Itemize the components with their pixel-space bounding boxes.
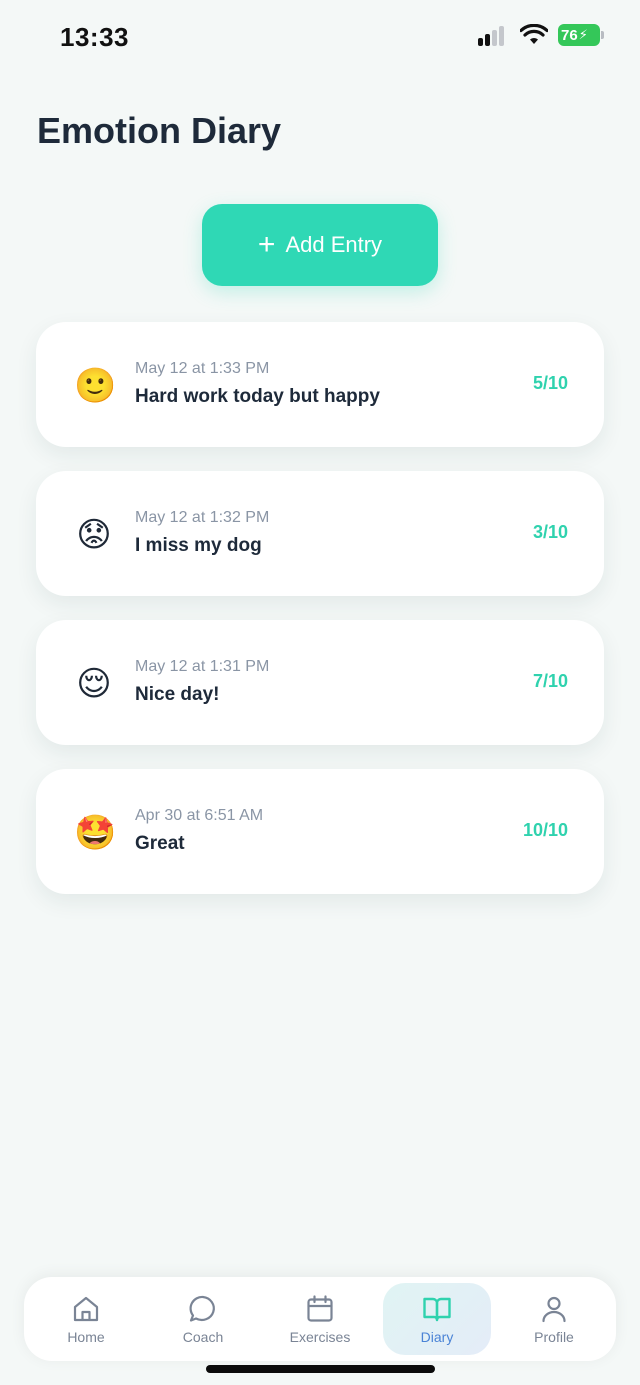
tab-profile[interactable]: Profile bbox=[500, 1283, 608, 1355]
battery-level: 76 bbox=[561, 26, 578, 44]
status-time: 13:33 bbox=[60, 22, 129, 52]
tab-label: Diary bbox=[420, 1329, 454, 1345]
home-indicator bbox=[206, 1365, 435, 1373]
tab-exercises[interactable]: Exercises bbox=[266, 1283, 374, 1355]
entry-text: Nice day! bbox=[135, 684, 220, 705]
entry-text: Hard work today but happy bbox=[135, 386, 380, 407]
tab-label: Profile bbox=[534, 1329, 574, 1345]
entry-list: 🙂 May 12 at 1:33 PM Hard work today but … bbox=[36, 322, 604, 918]
entry-text: Great bbox=[135, 833, 185, 854]
mood-emoji-icon: 🙂 bbox=[74, 367, 117, 405]
entry-score: 7/10 bbox=[532, 671, 568, 691]
tab-label: Exercises bbox=[289, 1329, 351, 1345]
cellular-signal-icon bbox=[478, 24, 510, 46]
open-book-icon bbox=[423, 1297, 451, 1322]
person-icon bbox=[542, 1296, 566, 1323]
entry-score: 5/10 bbox=[532, 373, 568, 393]
entry-score: 10/10 bbox=[522, 820, 568, 840]
tab-label: Home bbox=[67, 1329, 105, 1345]
page-title: Emotion Diary bbox=[37, 110, 282, 151]
status-bar: 13:33 76 ⚡ bbox=[0, 0, 640, 72]
entry-card[interactable]: 🙂 May 12 at 1:33 PM Hard work today but … bbox=[36, 322, 604, 447]
tab-coach[interactable]: Coach bbox=[149, 1283, 257, 1355]
entry-card[interactable]: 😌 May 12 at 1:31 PM Nice day! 7/10 bbox=[36, 620, 604, 745]
add-entry-button[interactable]: + Add Entry bbox=[202, 204, 438, 286]
charging-bolt-icon: ⚡ bbox=[578, 27, 588, 42]
chat-bubble-icon bbox=[189, 1295, 215, 1322]
mood-emoji-icon: 😟 bbox=[76, 516, 112, 554]
entry-date: Apr 30 at 6:51 AM bbox=[135, 807, 264, 824]
battery-icon: 76 ⚡ bbox=[558, 24, 604, 46]
wifi-icon bbox=[520, 24, 548, 44]
entry-card[interactable]: 😟 May 12 at 1:32 PM I miss my dog 3/10 bbox=[36, 471, 604, 596]
calendar-icon bbox=[307, 1295, 333, 1322]
home-icon bbox=[73, 1296, 99, 1322]
entry-card[interactable]: 🤩 Apr 30 at 6:51 AM Great 10/10 bbox=[36, 769, 604, 894]
tab-diary[interactable]: Diary bbox=[383, 1283, 491, 1355]
mood-emoji-icon: 🤩 bbox=[74, 814, 117, 852]
entry-date: May 12 at 1:32 PM bbox=[135, 509, 270, 526]
tab-home[interactable]: Home bbox=[32, 1283, 140, 1355]
add-entry-label: Add Entry bbox=[285, 232, 383, 257]
plus-icon: + bbox=[257, 228, 276, 261]
entry-date: May 12 at 1:31 PM bbox=[135, 658, 270, 675]
entry-score: 3/10 bbox=[532, 522, 568, 542]
status-icons: 76 ⚡ bbox=[478, 24, 604, 46]
entry-date: May 12 at 1:33 PM bbox=[135, 360, 270, 377]
mood-emoji-icon: 😌 bbox=[76, 665, 112, 703]
bottom-tab-bar: Home Coach Exercises Diary Profile bbox=[24, 1277, 616, 1361]
tab-label: Coach bbox=[182, 1329, 224, 1345]
entry-text: I miss my dog bbox=[135, 535, 262, 556]
